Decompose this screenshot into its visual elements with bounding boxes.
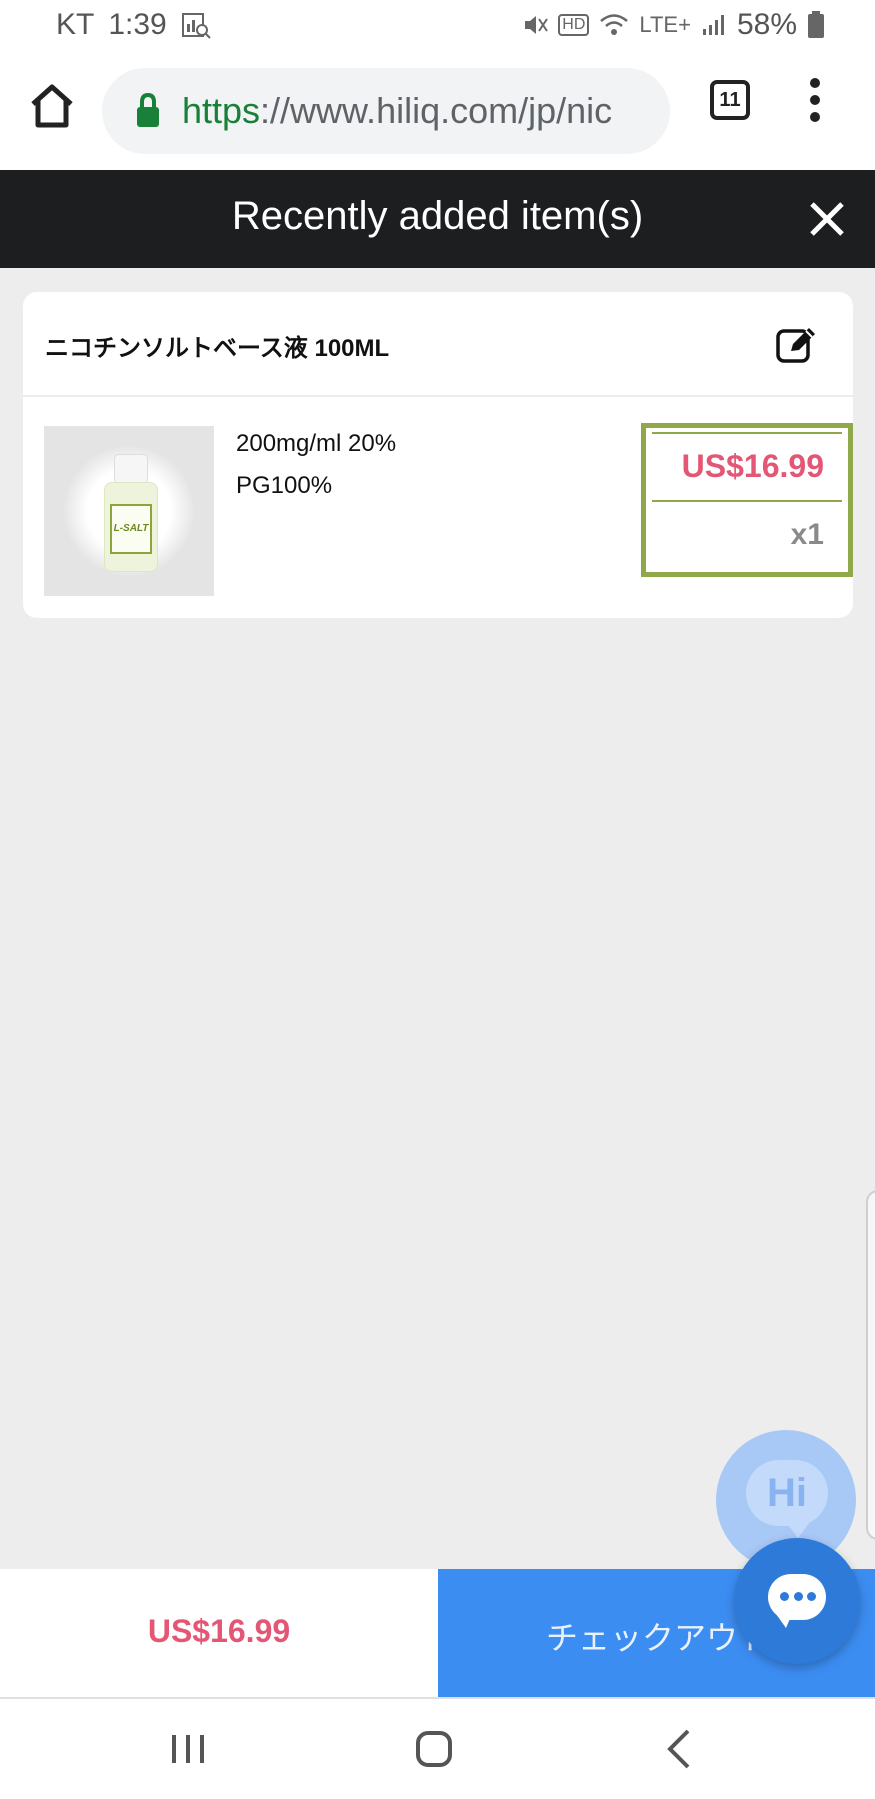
system-home-icon[interactable] [414,1729,454,1769]
network-type: LTE+ [639,12,691,37]
hi-label: Hi [746,1460,828,1526]
cart-item-header: ニコチンソルトベース液 100ML [23,292,853,397]
battery-percent: 58% [736,8,797,41]
status-right: HD LTE+ 58% [522,8,825,42]
tab-switcher-button[interactable]: 11 [710,80,750,120]
cart-item-card: ニコチンソルトベース液 100ML L-SALT 200mg/ml 20% PG… [23,292,853,618]
clock: 1:39 [108,8,167,41]
system-navigation-bar [0,1697,875,1799]
item-quantity: x1 [790,518,824,551]
mute-icon [525,16,549,34]
cart-total-area: US$16.99 [0,1569,438,1697]
url-rest: ://www.hiliq.com/jp/nic [260,90,613,131]
address-bar[interactable]: https://www.hiliq.com/jp/nic [102,68,670,154]
status-left: KT 1:39 [56,8,211,42]
data-saver-icon [181,13,211,39]
product-bottle-image: L-SALT [104,454,158,572]
variant-strength: 200mg/ml 20% [236,430,397,457]
browser-toolbar: https://www.hiliq.com/jp/nic 11 [0,52,875,170]
price-quantity-box: US$16.99 x1 [641,423,853,577]
product-name: ニコチンソルトベース液 100ML [45,335,390,362]
home-icon[interactable] [26,80,78,132]
lock-icon [137,92,159,127]
variant-base: PG100% [236,472,333,499]
wifi-icon [600,14,629,35]
item-price: US$16.99 [681,448,824,484]
chat-icon[interactable] [734,1538,860,1664]
battery-icon [808,11,824,38]
recent-apps-icon[interactable] [168,1731,208,1767]
hd-badge: HD [558,14,590,36]
product-thumbnail[interactable]: L-SALT [44,426,214,596]
overflow-menu-icon[interactable] [800,74,830,126]
edit-icon[interactable] [775,322,819,366]
close-icon[interactable] [808,200,846,238]
cart-header: Recently added item(s) [0,170,875,268]
signal-icon [702,15,724,35]
bottle-label: L-SALT [110,504,152,554]
status-bar: KT 1:39 HD LTE+ 58% [0,0,875,52]
edge-panel-handle[interactable] [866,1190,875,1540]
cart-title: Recently added item(s) [231,194,644,238]
cart-total-price: US$16.99 [147,1613,291,1649]
url-text: https://www.hiliq.com/jp/nic [182,90,612,132]
url-scheme: https [182,90,261,131]
back-icon[interactable] [664,1727,694,1771]
carrier-label: KT [56,8,95,41]
